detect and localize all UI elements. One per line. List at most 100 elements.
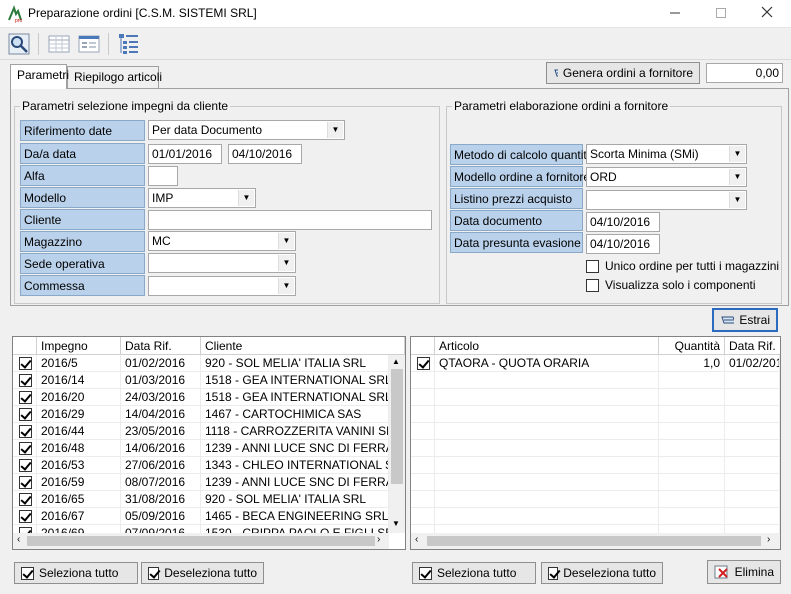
row-checkbox[interactable]	[417, 357, 430, 370]
cliente-input[interactable]	[148, 210, 432, 230]
elimina-button[interactable]: Elimina	[707, 560, 781, 584]
row-checkbox-cell	[13, 440, 37, 457]
column-data-rif[interactable]: Data Rif.	[725, 337, 780, 355]
column-data-rif[interactable]: Data Rif.	[121, 337, 201, 355]
magazzino-select[interactable]: MC ▼	[148, 231, 296, 251]
scrollbar-thumb[interactable]	[27, 536, 375, 546]
listino-prezzi-select[interactable]: ▼	[586, 190, 747, 210]
scrollbar-thumb[interactable]	[391, 369, 403, 484]
a-data-input[interactable]: 04/10/2016	[228, 144, 302, 164]
estrai-button[interactable]: Estrai	[712, 308, 778, 332]
row-checkbox[interactable]	[19, 476, 32, 489]
table-row[interactable]: 2016/53 27/06/2016 1343 - CHLEO INTERNATIO…	[13, 457, 389, 474]
table-row[interactable]: 2016/48 14/06/2016 1239 - ANNI LUCE SNC DI…	[13, 440, 389, 457]
horizontal-scrollbar[interactable]: ‹ ›	[13, 533, 389, 549]
close-button[interactable]	[744, 0, 790, 28]
scroll-up-icon[interactable]: ▲	[392, 357, 400, 366]
maximize-button[interactable]	[698, 0, 744, 28]
search-toolbar-button[interactable]	[6, 31, 32, 57]
alfa-input[interactable]	[148, 166, 178, 186]
table-row[interactable]: 2016/29 14/04/2016 1467 - CARTOCHIMICA SAS	[13, 406, 389, 423]
modello-ordine-select[interactable]: ORD ▼	[586, 167, 747, 187]
table-row[interactable]: 2016/44 23/05/2016 1118 - CARROZZERITA VAN…	[13, 423, 389, 440]
empty-cell	[725, 457, 780, 474]
cliente-cell: 1118 - CARROZZERITA VANINI SRL	[201, 423, 389, 440]
scroll-right-icon[interactable]: ›	[377, 534, 380, 545]
unico-ordine-label: Unico ordine per tutti i magazzini	[605, 259, 780, 273]
da-data-input[interactable]: 01/01/2016	[148, 144, 222, 164]
sede-operativa-select[interactable]: ▼	[148, 253, 296, 273]
scroll-left-icon[interactable]: ‹	[415, 534, 418, 545]
deseleziona-tutto-impegni-button[interactable]: Deseleziona tutto	[141, 562, 264, 584]
maximize-icon	[716, 8, 726, 18]
metodo-calcolo-select[interactable]: Scorta Minima (SMi) ▼	[586, 144, 747, 164]
empty-row	[411, 508, 780, 525]
vertical-scrollbar[interactable]: ▲ ▼	[389, 355, 405, 533]
column-quantita[interactable]: Quantità	[659, 337, 725, 355]
row-checkbox[interactable]	[19, 510, 32, 523]
tab-riepilogo-articoli[interactable]: Riepilogo articoli	[67, 66, 162, 88]
data-rif-cell: 14/04/2016	[121, 406, 201, 423]
row-checkbox[interactable]	[19, 408, 32, 421]
scroll-left-icon[interactable]: ‹	[17, 534, 20, 545]
data-documento-input[interactable]: 04/10/2016	[586, 212, 660, 232]
cliente-cell: 1465 - BECA ENGINEERING SRL	[201, 508, 389, 525]
tab-parametri[interactable]: Parametri	[10, 64, 69, 89]
row-checkbox[interactable]	[19, 425, 32, 438]
cliente-cell: 1518 - GEA INTERNATIONAL SRL	[201, 372, 389, 389]
checkbox-box[interactable]	[586, 259, 599, 273]
table-row[interactable]: 2016/20 24/03/2016 1518 - GEA INTERNATIONA…	[13, 389, 389, 406]
table-row[interactable]: QTAORA - QUOTA ORARIA1,001/02/2016	[411, 355, 780, 372]
riferimento-date-select[interactable]: Per data Documento ▼	[148, 120, 345, 140]
visualizza-componenti-checkbox[interactable]: Visualizza solo i componenti	[586, 278, 756, 292]
modello-select[interactable]: IMP ▼	[148, 188, 256, 208]
table-row[interactable]: 2016/14 01/03/2016 1518 - GEA INTERNATIONA…	[13, 372, 389, 389]
row-checkbox[interactable]	[19, 459, 32, 472]
table-row[interactable]: 2016/59 08/07/2016 1239 - ANNI LUCE SNC DI…	[13, 474, 389, 491]
row-checkbox[interactable]	[19, 391, 32, 404]
impegno-cell: 2016/48	[37, 440, 121, 457]
checkbox-column-header	[13, 337, 37, 355]
seleziona-tutto-impegni-button[interactable]: Seleziona tutto	[14, 562, 138, 584]
empty-cell	[659, 423, 725, 440]
commessa-select[interactable]: ▼	[148, 276, 296, 296]
row-checkbox[interactable]	[19, 357, 32, 370]
table-row[interactable]: 2016/65 31/08/2016 920 - SOL MELIA' ITALIA…	[13, 491, 389, 508]
deseleziona-tutto-articoli-button[interactable]: Deseleziona tutto	[541, 562, 663, 584]
chevron-down-icon: ▼	[729, 169, 745, 185]
row-checkbox[interactable]	[19, 493, 32, 506]
empty-cell	[725, 389, 780, 406]
label-cliente: Cliente	[20, 209, 145, 230]
empty-cell	[435, 440, 659, 457]
column-articolo[interactable]: Articolo	[435, 337, 659, 355]
empty-row	[411, 491, 780, 508]
empty-cell	[725, 372, 780, 389]
row-checkbox-cell	[13, 457, 37, 474]
empty-cell	[659, 406, 725, 423]
column-impegno[interactable]: Impegno	[37, 337, 121, 355]
tree-toolbar-button[interactable]	[116, 31, 142, 57]
checkbox-box[interactable]	[586, 278, 599, 292]
empty-cell	[435, 491, 659, 508]
column-cliente[interactable]: Cliente	[201, 337, 405, 355]
row-checkbox[interactable]	[19, 374, 32, 387]
minimize-button[interactable]	[652, 0, 698, 28]
genera-ordini-button[interactable]: Genera ordini a fornitore	[546, 62, 700, 84]
scroll-right-icon[interactable]: ›	[767, 534, 770, 545]
visualizza-componenti-label: Visualizza solo i componenti	[605, 278, 756, 292]
horizontal-scrollbar[interactable]: ‹ ›	[411, 533, 780, 549]
table-row[interactable]: 2016/67 05/09/2016 1465 - BECA ENGINEERING…	[13, 508, 389, 525]
check-icon	[548, 566, 559, 580]
data-presunta-evasione-input[interactable]: 04/10/2016	[586, 234, 660, 254]
scroll-down-icon[interactable]: ▼	[392, 519, 400, 528]
table-row[interactable]: 2016/5 01/02/2016 920 - SOL MELIA' ITALIA …	[13, 355, 389, 372]
seleziona-tutto-articoli-button[interactable]: Seleziona tutto	[412, 562, 536, 584]
scrollbar-thumb[interactable]	[427, 536, 761, 546]
grid-header: Impegno Data Rif. Cliente	[13, 337, 405, 355]
row-checkbox[interactable]	[19, 442, 32, 455]
grid-toolbar-button[interactable]	[46, 31, 72, 57]
unico-ordine-checkbox[interactable]: Unico ordine per tutti i magazzini	[586, 259, 779, 273]
chevron-down-icon: ▼	[729, 192, 745, 208]
empty-cell	[435, 406, 659, 423]
form-toolbar-button[interactable]	[76, 31, 102, 57]
